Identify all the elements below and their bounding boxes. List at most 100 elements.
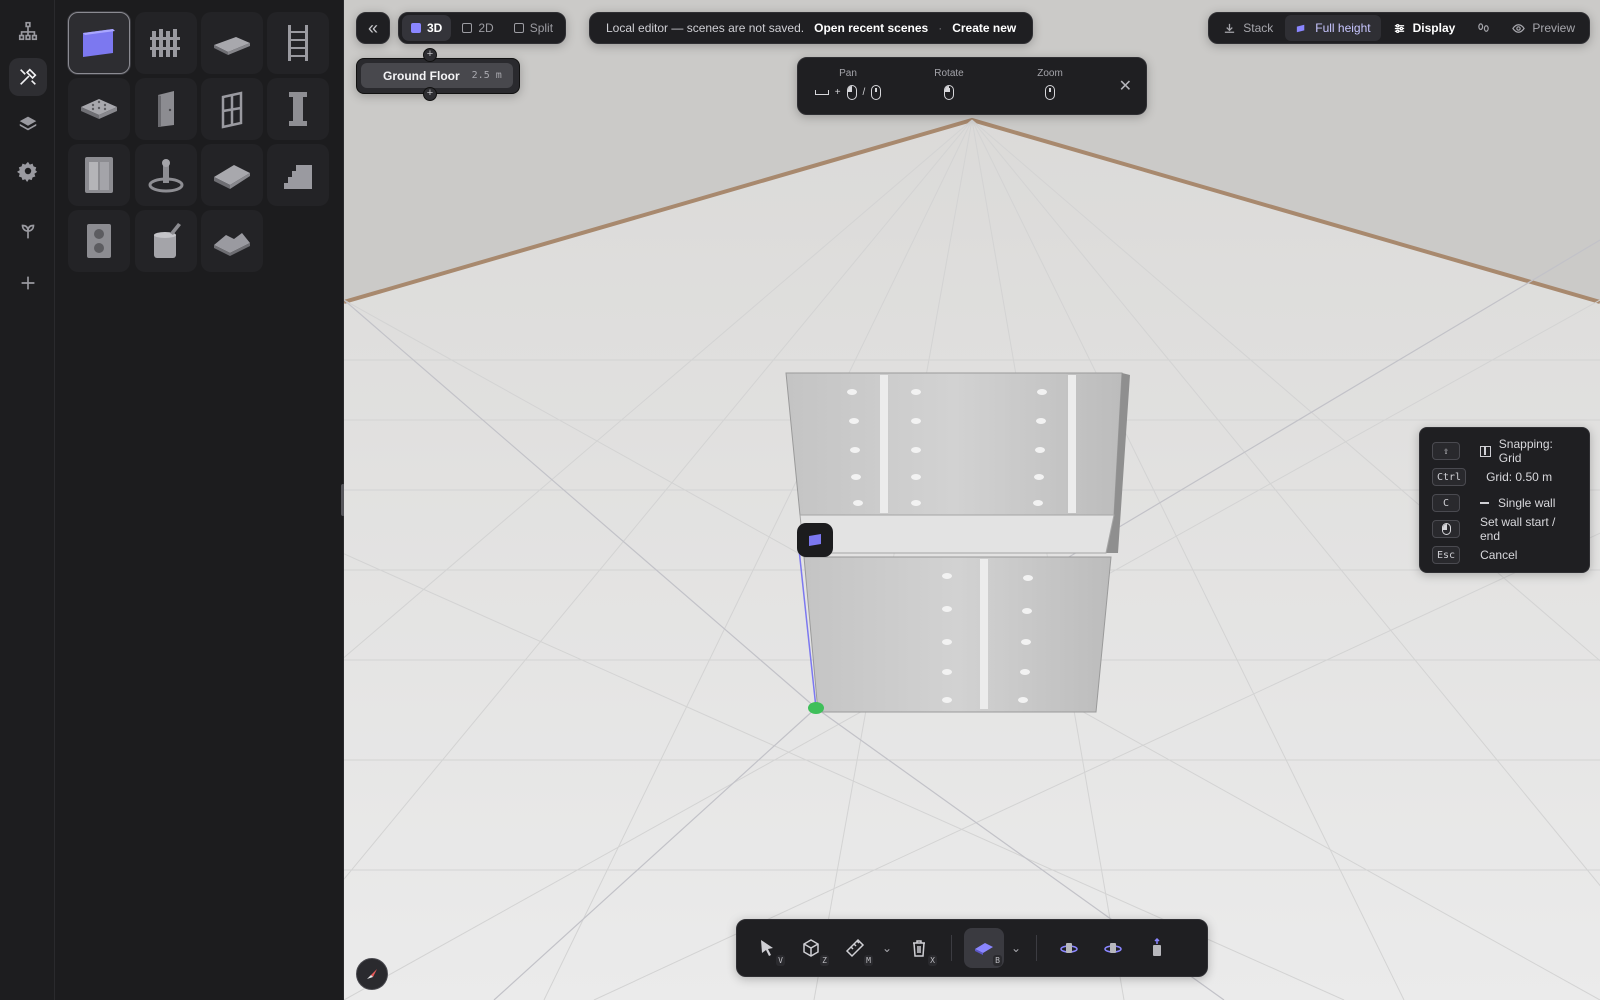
create-new-link[interactable]: Create new [952, 21, 1016, 35]
slab-tool-icon[interactable] [201, 12, 263, 74]
mouse-middle-icon [871, 85, 882, 100]
chevron-down-icon[interactable]: ⌄ [879, 941, 895, 955]
trash-icon [913, 940, 925, 957]
tab-split[interactable]: Split [505, 15, 562, 41]
wall-preview [785, 372, 1130, 714]
view-mode-switcher: 3D 2D Split [398, 12, 567, 44]
shortcut-row: Ctrl Grid: 0.50 m [1432, 464, 1577, 490]
shortcut-row: Set wall start / end [1432, 515, 1577, 543]
roof-tool-icon[interactable] [201, 144, 263, 206]
cube-icon [411, 23, 421, 33]
tab-3d[interactable]: 3D [402, 15, 452, 41]
mouse-key-icon [1432, 520, 1460, 538]
ruler-icon [845, 938, 865, 958]
move-up-button[interactable] [1049, 928, 1089, 968]
ctrl-key: Ctrl [1432, 468, 1467, 486]
build-tool-button[interactable]: B [964, 928, 1004, 968]
cursor-icon [761, 940, 773, 956]
shortcut-row: ⇧ Snapping: Grid [1432, 437, 1577, 465]
tool-palette [55, 0, 344, 1000]
notice-text: Local editor — scenes are not saved. [606, 21, 805, 35]
spacebar-icon [814, 90, 829, 95]
compass-icon[interactable] [356, 958, 388, 990]
full-height-button[interactable]: Full height [1285, 15, 1381, 41]
fountain-tool-icon[interactable] [135, 144, 197, 206]
notice-separator: · [938, 21, 943, 35]
toolbar-divider [1036, 935, 1037, 961]
floor-name: Ground Floor [383, 68, 460, 83]
sliders-icon [1394, 23, 1404, 33]
line-icon [1480, 502, 1489, 504]
mouse-right-icon [944, 85, 954, 100]
c-key: C [1432, 494, 1460, 512]
box-select-button[interactable]: Z [791, 928, 831, 968]
delete-tool-button[interactable]: X [899, 928, 939, 968]
grid-icon [1480, 445, 1491, 457]
sprout-icon[interactable] [9, 212, 47, 250]
wall-anchor-point [808, 702, 824, 714]
terrain-tool-icon[interactable] [201, 210, 263, 272]
shortcut-row: Esc Cancel [1432, 542, 1577, 568]
wall-tool-icon[interactable] [68, 12, 130, 74]
mouse-wheel-icon [1045, 85, 1055, 100]
tab-2d[interactable]: 2D [453, 15, 502, 41]
footprints-icon [1478, 22, 1490, 32]
paint-tool-icon[interactable] [135, 210, 197, 272]
left-nav-rail [0, 0, 55, 1000]
plan-icon [462, 23, 473, 33]
elevator-tool-icon[interactable] [68, 144, 130, 206]
local-editor-notice: Local editor — scenes are not saved. Ope… [589, 12, 1034, 44]
floor-selector[interactable]: Ground Floor 2.5 m [356, 58, 520, 94]
close-icon[interactable]: ✕ [1119, 76, 1132, 96]
fence-tool-icon[interactable] [135, 12, 197, 74]
add-floor-above-button[interactable]: + [423, 48, 437, 62]
plus-separator-icon: + [834, 87, 841, 98]
display-button[interactable]: Display [1383, 15, 1466, 41]
mouse-left-icon [846, 85, 857, 100]
cube-icon [803, 939, 819, 957]
floor-height: 2.5 m [471, 70, 502, 81]
collapse-sidebar-button[interactable]: « [356, 12, 390, 44]
ceiling-tool-icon[interactable] [68, 78, 130, 140]
wall-build-icon [975, 943, 993, 955]
esc-key: Esc [1432, 546, 1461, 564]
plus-icon[interactable] [9, 264, 47, 302]
ladder-tool-icon[interactable] [267, 12, 329, 74]
elevate-icon [1153, 937, 1161, 956]
wall-tool-icon [809, 534, 821, 546]
display-options-group: Stack Full height Display Preview [1208, 12, 1590, 44]
camera-controls-hint: Pan + / Rotate Zoom ✕ [797, 57, 1147, 115]
stack-icon [1225, 23, 1235, 33]
scene-canvas[interactable] [344, 0, 1600, 1000]
split-icon [513, 23, 524, 33]
select-tool-button[interactable]: V [747, 928, 787, 968]
pan-label: Pan [839, 68, 857, 79]
orbit-icon [1060, 943, 1078, 953]
shortcut-help-panel: ⇧ Snapping: Grid Ctrl Grid: 0.50 m C Sin… [1419, 427, 1590, 573]
gear-icon[interactable] [9, 152, 47, 190]
column-tool-icon[interactable] [267, 78, 329, 140]
add-floor-below-button[interactable]: + [423, 87, 437, 101]
wall-placement-cursor [797, 523, 833, 557]
window-tool-icon[interactable] [201, 78, 263, 140]
elevate-button[interactable] [1137, 928, 1177, 968]
3d-viewport[interactable]: « 3D 2D Split Local editor — scenes are … [344, 0, 1600, 1000]
hvac-tool-icon[interactable] [68, 210, 130, 272]
open-recent-link[interactable]: Open recent scenes [814, 21, 928, 35]
door-tool-icon[interactable] [135, 78, 197, 140]
rotate-label: Rotate [934, 68, 964, 79]
footprints-button[interactable] [1467, 15, 1500, 41]
move-down-button[interactable] [1093, 928, 1133, 968]
stack-button[interactable]: Stack [1213, 15, 1283, 41]
stairs-tool-icon[interactable] [267, 144, 329, 206]
shortcut-row: C Single wall [1432, 490, 1577, 516]
wall-height-icon [1297, 24, 1305, 32]
layers-icon[interactable] [9, 104, 47, 142]
chevron-down-icon[interactable]: ⌄ [1008, 941, 1024, 955]
tools-icon[interactable] [9, 58, 47, 96]
bottom-toolbar: V Z M ⌄ X B ⌄ [736, 919, 1208, 977]
hierarchy-icon[interactable] [9, 12, 47, 50]
orbit-icon [1104, 943, 1122, 953]
measure-tool-button[interactable]: M [835, 928, 875, 968]
preview-button[interactable]: Preview [1502, 15, 1585, 41]
